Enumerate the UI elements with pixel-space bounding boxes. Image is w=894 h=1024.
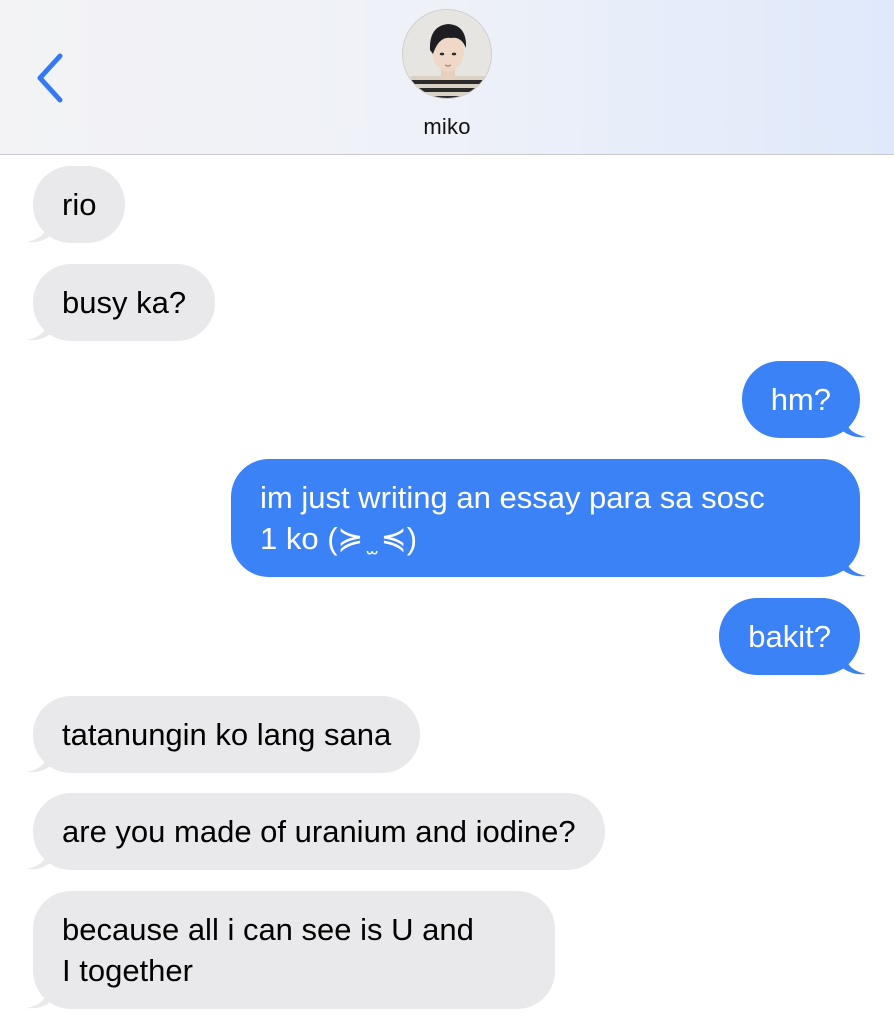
bubble-tail xyxy=(27,980,55,1009)
back-button[interactable] xyxy=(30,50,70,106)
message-text-line: im just writing an essay para sa sosc xyxy=(260,480,765,515)
bubble-tail xyxy=(27,841,55,870)
avatar-photo xyxy=(403,10,491,98)
message-text-line: I together xyxy=(62,953,193,988)
bubble-tail xyxy=(838,646,866,675)
incoming-message-bubble[interactable]: busy ka? xyxy=(33,264,216,341)
message-text: hm? xyxy=(770,382,831,417)
bubble-tail xyxy=(27,214,55,243)
bubble-tail xyxy=(27,744,55,773)
message-text: tatanungin ko lang sana xyxy=(62,717,392,752)
conversation-header: miko xyxy=(0,0,894,155)
outgoing-message-bubble[interactable]: im just writing an essay para sa sosc 1 … xyxy=(231,459,860,577)
message-text-line: because all i can see is U and xyxy=(62,912,474,947)
incoming-message-bubble[interactable]: tatanungin ko lang sana xyxy=(33,696,421,773)
incoming-message-bubble[interactable]: are you made of uranium and iodine? xyxy=(33,793,605,870)
message-text: rio xyxy=(62,187,97,222)
message-text: are you made of uranium and iodine? xyxy=(62,814,576,849)
incoming-message-bubble[interactable]: because all i can see is U and I togethe… xyxy=(33,891,555,1009)
bubble-tail xyxy=(838,409,866,438)
bubble-tail xyxy=(838,548,866,577)
message-text: bakit? xyxy=(748,619,831,654)
contact-avatar[interactable] xyxy=(402,9,492,99)
bubble-tail xyxy=(27,312,55,341)
contact-name[interactable]: miko xyxy=(0,114,894,140)
chevron-left-icon xyxy=(37,53,63,103)
message-text: busy ka? xyxy=(62,285,187,320)
message-text-line: 1 ko (≽ ̫ ≼) xyxy=(260,521,418,556)
